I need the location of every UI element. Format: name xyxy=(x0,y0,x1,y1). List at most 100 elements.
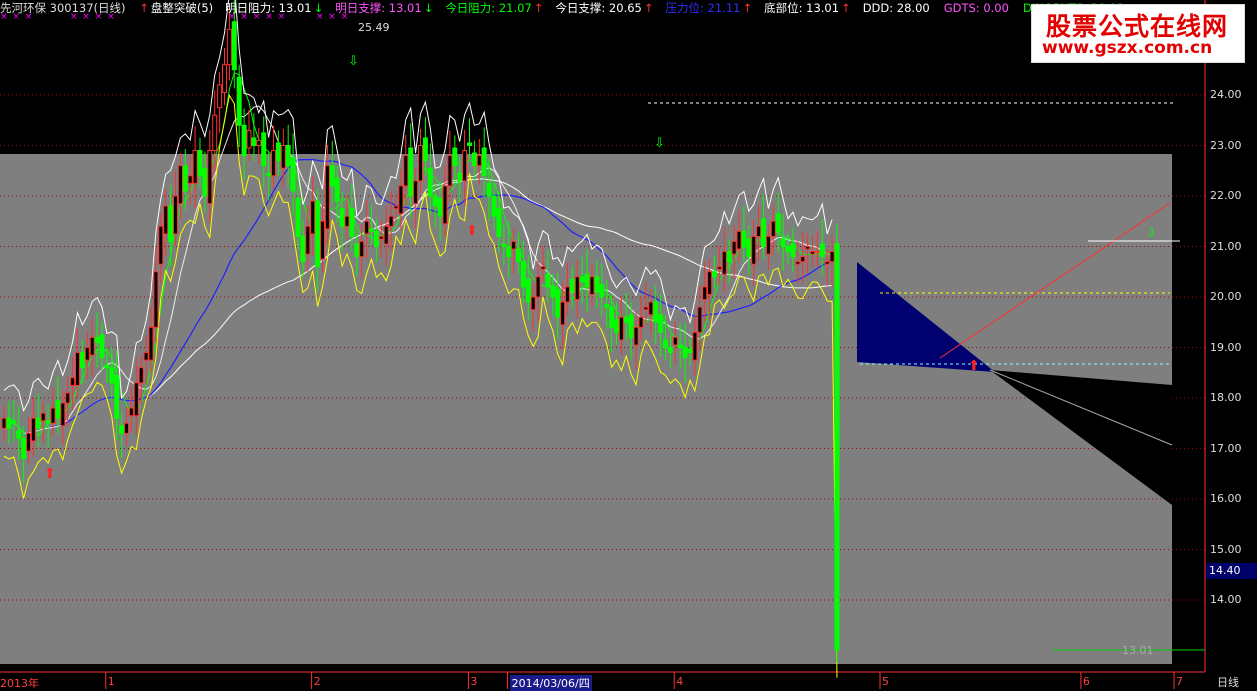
x-tick-label: 4 xyxy=(676,675,684,688)
candle-body xyxy=(569,278,575,293)
candle-body xyxy=(736,230,742,250)
candle-body xyxy=(565,286,570,303)
watermark-url: www.gszx.com.cn xyxy=(1042,38,1213,58)
candle-body xyxy=(168,205,174,242)
candle-body xyxy=(687,349,693,354)
candle-body xyxy=(520,261,526,288)
candle-body xyxy=(432,195,438,207)
candle-body xyxy=(658,314,664,333)
signal-marks: × × × × xyxy=(70,12,116,22)
candle-body xyxy=(491,195,497,217)
candle-body xyxy=(501,243,507,248)
signal-marks: × × × xyxy=(316,12,350,22)
header-indicator-item: 压力位: 21.11 ↑ xyxy=(666,1,755,15)
candle-body xyxy=(300,235,306,263)
y-tick-label: 16.00 xyxy=(1210,492,1242,505)
candle-body xyxy=(471,152,477,167)
candle-body xyxy=(795,261,801,265)
candle-body xyxy=(339,208,345,227)
candle-body xyxy=(677,344,683,349)
candle-body xyxy=(716,266,722,270)
candle-body xyxy=(388,215,394,227)
candle-body xyxy=(834,243,840,651)
y-tick-label: 14.00 xyxy=(1210,593,1242,606)
candle-body xyxy=(114,374,120,419)
candle-body xyxy=(359,240,365,258)
candle-body xyxy=(143,352,149,361)
candle-body xyxy=(226,28,232,66)
candle-body xyxy=(261,132,267,167)
candle-body xyxy=(383,225,389,245)
candle-body xyxy=(378,235,384,240)
indicator-arrow-icon: ↑ xyxy=(533,1,544,15)
candle-body xyxy=(810,251,815,255)
candle-body xyxy=(413,180,419,205)
candle-body xyxy=(246,129,252,149)
indicator-label: 今日支撑: 20.65 xyxy=(555,1,642,15)
candle-body xyxy=(231,21,237,71)
candle-body xyxy=(418,145,423,182)
candle-body xyxy=(682,347,688,359)
candle-body xyxy=(21,437,27,460)
candle-body xyxy=(726,251,732,263)
candle-body xyxy=(707,271,713,295)
candle-body xyxy=(790,243,796,258)
header-indicator-item: 底部位: 13.01 ↑ xyxy=(764,1,853,15)
candle-body xyxy=(604,304,610,308)
candle-body xyxy=(506,246,512,258)
header-indicator-item: 今日阻力: 21.07 ↑ xyxy=(445,1,545,15)
period-label[interactable]: 日线 xyxy=(1217,674,1239,690)
candle-body xyxy=(447,155,453,187)
candle-body xyxy=(349,208,355,237)
candle-body xyxy=(579,276,585,283)
candle-body xyxy=(344,215,350,227)
candle-body xyxy=(177,165,183,205)
candle-body xyxy=(354,243,360,258)
candle-body xyxy=(251,137,257,147)
candle-body xyxy=(266,172,272,177)
candle-body xyxy=(805,246,811,250)
candle-body xyxy=(241,124,247,157)
header-indicator-item: 明日支撑: 13.01 ↓ xyxy=(335,1,435,15)
candle-body xyxy=(148,326,154,361)
candle-body xyxy=(618,316,624,341)
candle-body xyxy=(275,142,281,162)
candle-body xyxy=(653,301,659,323)
y-tick-label: 18.00 xyxy=(1210,391,1242,404)
candle-body xyxy=(158,225,164,265)
y-tick-label: 21.00 xyxy=(1210,239,1242,253)
candle-body xyxy=(153,271,159,328)
candle-body xyxy=(623,316,629,323)
candle-body xyxy=(609,306,615,328)
candle-body xyxy=(6,417,12,429)
y-tick-label: 24.00 xyxy=(1210,88,1242,101)
candle-body xyxy=(35,417,41,429)
indicator-header: 先河环保 300137(日线) ↑ 盘整突破(5) 明日阻力: 13.01 ↓ 明日支撑… xyxy=(0,0,1132,16)
signal-marks: × × × × × xyxy=(228,12,287,22)
candle-body xyxy=(187,175,193,184)
candle-body xyxy=(128,407,134,417)
buy-arrow-icon: ⬆ xyxy=(44,466,56,482)
candle-body xyxy=(589,276,595,295)
candle-body xyxy=(555,288,561,318)
header-indicator-item: GDTS: 0.00 xyxy=(944,1,1013,15)
candle-body xyxy=(212,114,218,152)
x-tick-label: 7 xyxy=(1176,675,1183,688)
watermark-logo: 股票公式在线网 www.gszx.com.cn xyxy=(1031,4,1245,63)
candle-body xyxy=(324,165,330,230)
indicator-label: GDTS: 0.00 xyxy=(943,1,1009,15)
candle-body xyxy=(295,198,301,237)
sell-arrow-icon: ⇩ xyxy=(348,54,359,69)
candle-body xyxy=(217,84,223,109)
candle-body xyxy=(30,417,36,442)
candle-body xyxy=(481,147,487,177)
candle-body xyxy=(761,218,766,248)
candle-body xyxy=(408,147,414,197)
y-tick-label: 22.00 xyxy=(1210,189,1242,202)
candle-body xyxy=(814,251,820,254)
candle-body xyxy=(741,230,747,248)
candle-body xyxy=(560,301,566,326)
x-tick-label: 3 xyxy=(470,675,478,688)
sell-arrow-icon: ⇩ xyxy=(654,136,665,151)
candle-body xyxy=(770,220,776,237)
